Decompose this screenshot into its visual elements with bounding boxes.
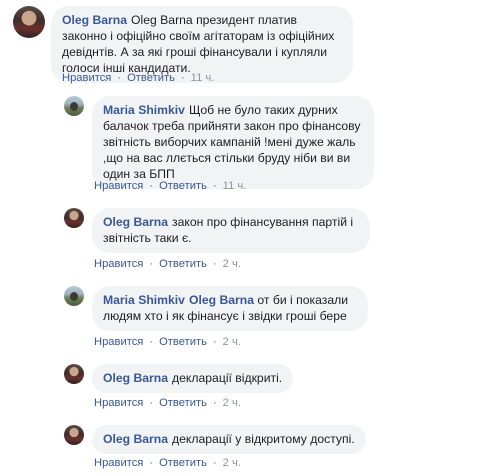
comment-actions: Нравится · Ответить · 2 ч.	[94, 397, 241, 409]
like-button[interactable]: Нравится	[94, 180, 143, 192]
reply-button[interactable]: Ответить	[159, 336, 207, 348]
comment-2: Maria Shimkiv Щоб не було таких дурних ба…	[64, 96, 374, 189]
separator-dot: ·	[149, 457, 154, 469]
comment-timestamp[interactable]: 2 ч.	[223, 336, 241, 348]
comment-bubble: Oleg Barna декларації у відкритому доступ…	[92, 425, 366, 454]
avatar[interactable]	[64, 96, 84, 116]
avatar[interactable]	[64, 286, 84, 306]
separator-dot: ·	[212, 397, 217, 409]
comment-timestamp[interactable]: 2 ч.	[223, 397, 241, 409]
comment-actions: Нравится · Ответить · 11 ч.	[62, 72, 214, 84]
separator-dot: ·	[117, 72, 122, 84]
comment-4: Maria Shimkiv Oleg Barna от би і показали…	[64, 286, 368, 331]
separator-dot: ·	[149, 397, 154, 409]
reply-button[interactable]: Ответить	[159, 258, 207, 270]
comment-3: Oleg Barna закон про фінансування партій …	[64, 208, 370, 253]
reply-button[interactable]: Ответить	[159, 457, 207, 469]
separator-dot: ·	[212, 457, 217, 469]
comment-author[interactable]: Maria Shimkiv	[103, 293, 185, 307]
separator-dot: ·	[212, 336, 217, 348]
comment-bubble: Oleg Barna закон про фінансування партій …	[92, 208, 370, 253]
comment-timestamp[interactable]: 2 ч.	[223, 457, 241, 469]
comment-actions: Нравится · Ответить · 2 ч.	[94, 336, 241, 348]
comment-bubble: Maria Shimkiv Щоб не було таких дурних ба…	[92, 96, 374, 189]
like-button[interactable]: Нравится	[94, 397, 143, 409]
avatar[interactable]	[13, 6, 45, 38]
comment-actions: Нравится · Ответить · 11 ч.	[94, 180, 246, 192]
comment-author[interactable]: Maria Shimkiv	[103, 103, 185, 117]
like-button[interactable]: Нравится	[62, 72, 111, 84]
separator-dot: ·	[149, 180, 154, 192]
like-button[interactable]: Нравится	[94, 336, 143, 348]
comment-bubble: Oleg Barna декларації відкриті.	[92, 364, 294, 393]
comment-actions: Нравится · Ответить · 2 ч.	[94, 457, 241, 469]
avatar[interactable]	[64, 425, 84, 445]
comment-text: декларації у відкритому доступі.	[172, 432, 355, 446]
separator-dot: ·	[149, 336, 154, 348]
comment-author[interactable]: Oleg Barna	[103, 215, 168, 229]
comment-actions: Нравится · Ответить · 2 ч.	[94, 258, 241, 270]
avatar[interactable]	[64, 364, 84, 384]
separator-dot: ·	[212, 180, 217, 192]
avatar[interactable]	[64, 208, 84, 228]
comment-6: Oleg Barna декларації у відкритому доступ…	[64, 425, 366, 454]
comment-author[interactable]: Oleg Barna	[62, 13, 127, 27]
comment-author[interactable]: Oleg Barna	[103, 432, 168, 446]
comment-timestamp[interactable]: 2 ч.	[223, 258, 241, 270]
comment-timestamp[interactable]: 11 ч.	[191, 72, 215, 84]
reply-button[interactable]: Ответить	[159, 180, 207, 192]
reply-button[interactable]: Ответить	[127, 72, 175, 84]
comment-timestamp[interactable]: 11 ч.	[223, 180, 247, 192]
like-button[interactable]: Нравится	[94, 457, 143, 469]
separator-dot: ·	[149, 258, 154, 270]
reply-button[interactable]: Ответить	[159, 397, 207, 409]
comment-author[interactable]: Oleg Barna	[103, 371, 168, 385]
comment-5: Oleg Barna декларації відкриті.	[64, 364, 294, 393]
comment-mention[interactable]: Oleg Barna	[189, 293, 254, 307]
comment-text: декларації відкриті.	[172, 371, 283, 385]
separator-dot: ·	[180, 72, 185, 84]
comment-bubble: Maria Shimkiv Oleg Barna от би і показали…	[92, 286, 368, 331]
like-button[interactable]: Нравится	[94, 258, 143, 270]
separator-dot: ·	[212, 258, 217, 270]
